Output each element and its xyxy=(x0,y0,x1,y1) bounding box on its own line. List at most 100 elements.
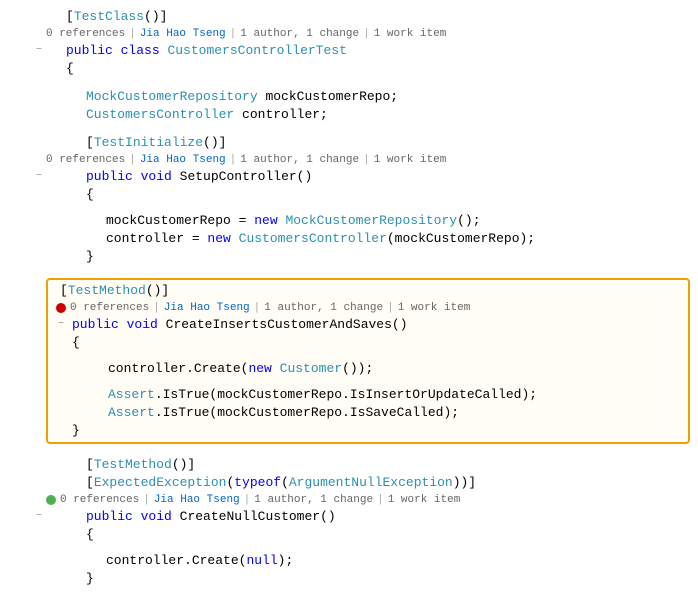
code-token: (mockCustomerRepo); xyxy=(387,231,535,246)
line-content: } xyxy=(46,570,698,588)
code-token: void xyxy=(141,169,172,184)
code-line: [ExpectedException(typeof(ArgumentNullEx… xyxy=(0,474,698,492)
code-line: CustomersController controller; xyxy=(0,106,698,124)
code-token: void xyxy=(141,509,172,524)
code-token: ()] xyxy=(203,135,226,150)
code-token: CustomersControllerTest xyxy=(167,43,346,58)
code-token: new xyxy=(248,361,271,376)
code-token: CustomersController xyxy=(239,231,387,246)
code-token: ()] xyxy=(172,457,195,472)
code-token: [ xyxy=(86,457,94,472)
collapse-btn[interactable]: − xyxy=(32,168,46,186)
line-content: { xyxy=(46,60,698,78)
code-line: Assert.IsTrue(mockCustomerRepo.IsInsertO… xyxy=(48,386,688,404)
code-token: TestClass xyxy=(74,9,144,24)
line-content: public void CreateNullCustomer() xyxy=(46,508,698,526)
code-token: ( xyxy=(281,475,289,490)
line-content: Assert.IsTrue(mockCustomerRepo.IsInsertO… xyxy=(68,386,688,404)
author-link[interactable]: Jia Hao Tseng xyxy=(154,492,240,508)
code-token: public xyxy=(66,43,113,58)
code-line: [TestMethod()] xyxy=(48,282,688,300)
code-token: (); xyxy=(457,213,480,228)
code-token: public xyxy=(86,169,133,184)
code-token: CreateNullCustomer() xyxy=(180,509,336,524)
code-line xyxy=(0,266,698,276)
meta-line: 0 references | Jia Hao Tseng | 1 author,… xyxy=(0,26,698,42)
code-token: ()] xyxy=(144,9,167,24)
work-item: 1 work item xyxy=(374,152,447,168)
code-token: Customer xyxy=(280,361,342,376)
code-line: } xyxy=(0,248,698,266)
code-line: − public class CustomersControllerTest xyxy=(0,42,698,60)
code-token: ); xyxy=(278,553,294,568)
collapse-btn[interactable]: − xyxy=(32,42,46,60)
code-line: controller.Create(null); xyxy=(0,552,698,570)
line-content: controller = new CustomersController(moc… xyxy=(46,230,698,248)
line-content: public void CreateInsertsCustomerAndSave… xyxy=(68,316,688,334)
code-token: mockCustomerRepo; xyxy=(265,89,398,104)
line-content: } xyxy=(68,422,688,440)
line-content: public class CustomersControllerTest xyxy=(46,42,698,60)
meta-line-error: 0 references | Jia Hao Tseng | 1 author,… xyxy=(48,300,688,316)
ref-count: 0 references xyxy=(46,152,125,168)
ref-count: 0 references xyxy=(46,26,125,42)
code-token: controller.Create( xyxy=(108,361,248,376)
code-line xyxy=(0,446,698,456)
author-change: 1 author, 1 change xyxy=(264,300,383,316)
line-content: [TestMethod()] xyxy=(52,282,688,300)
code-token: ExpectedException xyxy=(94,475,227,490)
code-line xyxy=(48,352,688,360)
code-line: { xyxy=(0,60,698,78)
code-token: new xyxy=(207,231,230,246)
line-content: controller.Create(null); xyxy=(46,552,698,570)
ref-count: 0 references xyxy=(60,492,139,508)
code-token: [ xyxy=(86,475,94,490)
author-link[interactable]: Jia Hao Tseng xyxy=(140,152,226,168)
code-token: controller; xyxy=(242,107,328,122)
code-token: controller = xyxy=(106,231,207,246)
error-icon xyxy=(56,303,66,313)
code-line: } xyxy=(48,422,688,440)
code-line: MockCustomerRepository mockCustomerRepo; xyxy=(0,88,698,106)
code-line: { xyxy=(0,526,698,544)
work-item: 1 work item xyxy=(398,300,471,316)
code-line: controller.Create(new Customer()); xyxy=(48,360,688,378)
highlighted-block: [TestMethod()] 0 references | Jia Hao Ts… xyxy=(46,278,690,444)
line-content: MockCustomerRepository mockCustomerRepo; xyxy=(46,88,698,106)
line-content: mockCustomerRepo = new MockCustomerRepos… xyxy=(46,212,698,230)
code-token: ()); xyxy=(342,361,373,376)
code-line: { xyxy=(0,186,698,204)
author-link[interactable]: Jia Hao Tseng xyxy=(164,300,250,316)
code-line xyxy=(48,378,688,386)
code-token: .IsTrue(mockCustomerRepo.IsSaveCalled); xyxy=(155,405,459,420)
code-line: } xyxy=(0,570,698,588)
collapse-btn[interactable]: − xyxy=(32,508,46,526)
line-content: Assert.IsTrue(mockCustomerRepo.IsSaveCal… xyxy=(68,404,688,422)
code-editor: [TestClass()] 0 references | Jia Hao Tse… xyxy=(0,0,698,596)
code-token: [ xyxy=(66,9,74,24)
code-token: MockCustomerRepository xyxy=(285,213,457,228)
code-token: null xyxy=(246,553,277,568)
code-token: new xyxy=(254,213,277,228)
code-token: CreateInsertsCustomerAndSaves() xyxy=(166,317,408,332)
line-content: { xyxy=(46,186,698,204)
line-content: public void SetupController() xyxy=(46,168,698,186)
code-token: ))] xyxy=(453,475,476,490)
work-item: 1 work item xyxy=(388,492,461,508)
collapse-btn[interactable]: − xyxy=(54,316,68,334)
line-content: [TestClass()] xyxy=(46,8,698,26)
code-line: [TestClass()] xyxy=(0,8,698,26)
code-token: void xyxy=(127,317,158,332)
code-token: mockCustomerRepo = xyxy=(106,213,254,228)
code-token: ()] xyxy=(146,283,169,298)
code-line xyxy=(0,78,698,88)
author-link[interactable]: Jia Hao Tseng xyxy=(140,26,226,42)
code-token: CustomersController xyxy=(86,107,234,122)
code-token: SetupController() xyxy=(180,169,313,184)
code-line xyxy=(0,204,698,212)
line-content: controller.Create(new Customer()); xyxy=(68,360,688,378)
ok-icon xyxy=(46,495,56,505)
code-line xyxy=(0,544,698,552)
code-line: − public void CreateNullCustomer() xyxy=(0,508,698,526)
code-line: [TestMethod()] xyxy=(0,456,698,474)
